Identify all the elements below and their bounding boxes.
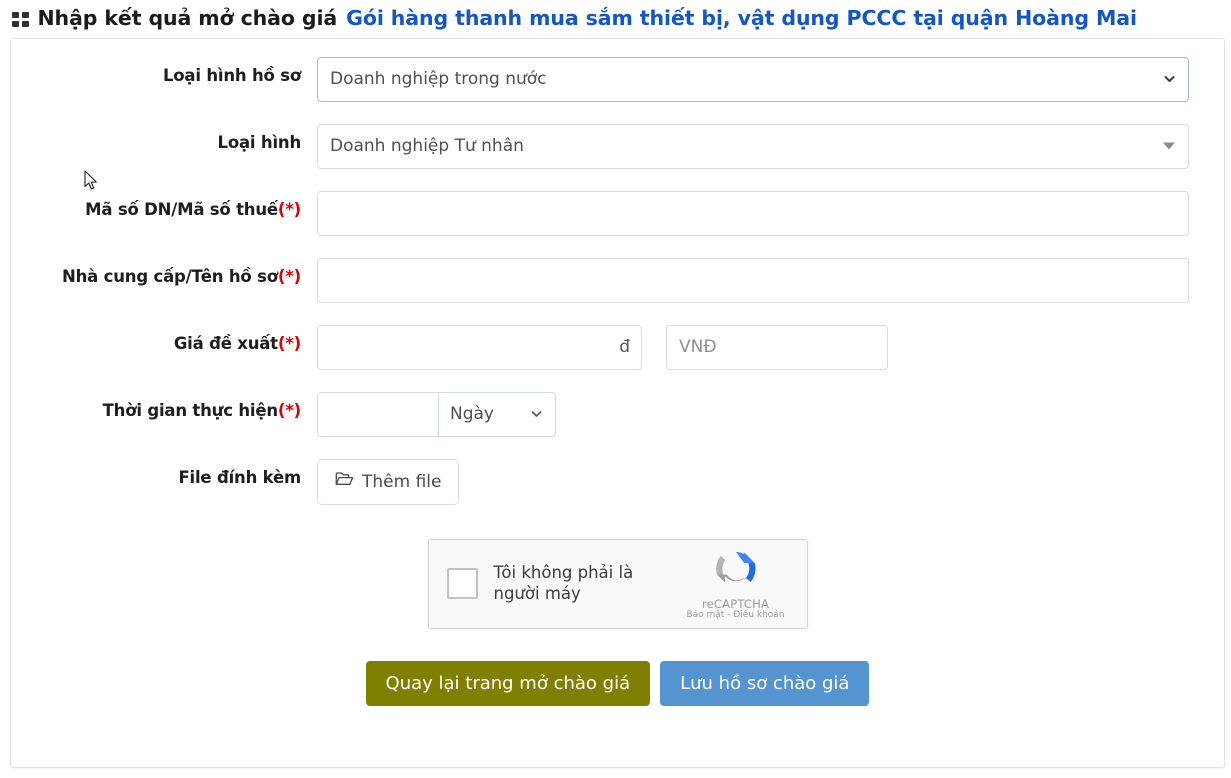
recaptcha-logo-icon: [684, 546, 788, 596]
label-price-text: Giá đề xuất: [173, 333, 278, 353]
control-price: đ: [317, 324, 1224, 370]
business-type-select[interactable]: Doanh nghiệp Tư nhân: [317, 123, 1189, 169]
supplier-input[interactable]: [317, 257, 1189, 303]
label-duration-text: Thời gian thực hiện: [102, 400, 278, 420]
recaptcha-terms[interactable]: Bảo mật - Điều khoản: [684, 611, 788, 621]
form-row-duration: Thời gian thực hiện(*) Ngày: [11, 391, 1224, 437]
back-to-bid-page-button[interactable]: Quay lại trang mở chào giá: [365, 660, 651, 706]
duration-input[interactable]: [317, 391, 439, 437]
control-duration: Ngày: [317, 391, 1224, 437]
control-doc-type: Doanh nghiệp trong nước: [317, 56, 1224, 102]
recaptcha-brand: reCAPTCHA Bảo mật - Điều khoản: [684, 546, 788, 622]
label-tax-code-text: Mã số DN/Mã số thuế: [85, 199, 278, 219]
duration-unit-select-wrap: Ngày: [438, 391, 556, 437]
currency-input[interactable]: [666, 324, 888, 370]
page-title-main: Nhập kết quả mở chào giá: [37, 6, 338, 30]
control-tax-code: [317, 190, 1224, 236]
recaptcha-checkbox[interactable]: [446, 568, 478, 600]
control-attachment: Thêm file: [317, 458, 1224, 505]
recaptcha-label: Tôi không phải là người máy: [493, 562, 634, 603]
doc-type-select-wrap: Doanh nghiệp trong nước: [317, 56, 1189, 102]
bid-entry-form-card: Loại hình hồ sơ Doanh nghiệp trong nước …: [10, 37, 1225, 768]
form-actions: Quay lại trang mở chào giá Lưu hồ sơ chà…: [11, 660, 1224, 706]
label-doc-type-text: Loại hình hồ sơ: [162, 65, 301, 85]
page-title: Nhập kết quả mở chào giá Gói hàng thanh …: [0, 0, 1231, 38]
label-attachment: File đính kèm: [11, 459, 317, 489]
label-supplier-text: Nhà cung cấp/Tên hồ sơ: [62, 266, 278, 286]
price-input[interactable]: [317, 324, 642, 370]
folder-open-icon: [335, 471, 354, 492]
grid-icon: [12, 12, 29, 27]
form-row-doc-type: Loại hình hồ sơ Doanh nghiệp trong nước: [11, 56, 1224, 102]
label-tax-code: Mã số DN/Mã số thuế(*): [11, 191, 317, 221]
required-marker: (*): [277, 400, 301, 420]
form-row-business-type: Loại hình Doanh nghiệp Tư nhân: [11, 123, 1224, 169]
label-business-type: Loại hình: [11, 124, 317, 154]
price-input-wrap: đ: [317, 324, 642, 370]
form-row-price: Giá đề xuất(*) đ: [11, 324, 1224, 370]
label-attachment-text: File đính kèm: [178, 467, 301, 487]
form-row-attachment: File đính kèm Thêm file: [11, 458, 1224, 505]
label-duration: Thời gian thực hiện(*): [11, 392, 317, 422]
form-row-supplier: Nhà cung cấp/Tên hồ sơ(*): [11, 257, 1224, 303]
label-doc-type: Loại hình hồ sơ: [11, 57, 317, 87]
recaptcha-widget[interactable]: Tôi không phải là người máy reCAPTCHA Bả…: [427, 538, 808, 629]
tax-code-input[interactable]: [317, 190, 1189, 236]
control-supplier: [317, 257, 1224, 303]
label-price: Giá đề xuất(*): [11, 325, 317, 355]
duration-unit-select[interactable]: Ngày: [438, 391, 556, 437]
business-type-select-wrap: Doanh nghiệp Tư nhân: [317, 123, 1189, 169]
add-file-button-label: Thêm file: [362, 471, 442, 492]
page-title-package-name: Gói hàng thanh mua sắm thiết bị, vật dụn…: [346, 6, 1137, 30]
save-bid-record-button[interactable]: Lưu hồ sơ chào giá: [660, 660, 870, 706]
form-row-tax-code: Mã số DN/Mã số thuế(*): [11, 190, 1224, 236]
control-business-type: Doanh nghiệp Tư nhân: [317, 123, 1224, 169]
required-marker: (*): [277, 333, 301, 353]
label-business-type-text: Loại hình: [217, 132, 302, 152]
captcha-area: Tôi không phải là người máy reCAPTCHA Bả…: [11, 538, 1224, 629]
required-marker: (*): [277, 199, 301, 219]
add-file-button[interactable]: Thêm file: [317, 458, 460, 505]
recaptcha-brand-name: reCAPTCHA: [701, 596, 770, 611]
label-supplier: Nhà cung cấp/Tên hồ sơ(*): [11, 258, 317, 288]
doc-type-select[interactable]: Doanh nghiệp trong nước: [317, 56, 1189, 102]
required-marker: (*): [277, 266, 301, 286]
